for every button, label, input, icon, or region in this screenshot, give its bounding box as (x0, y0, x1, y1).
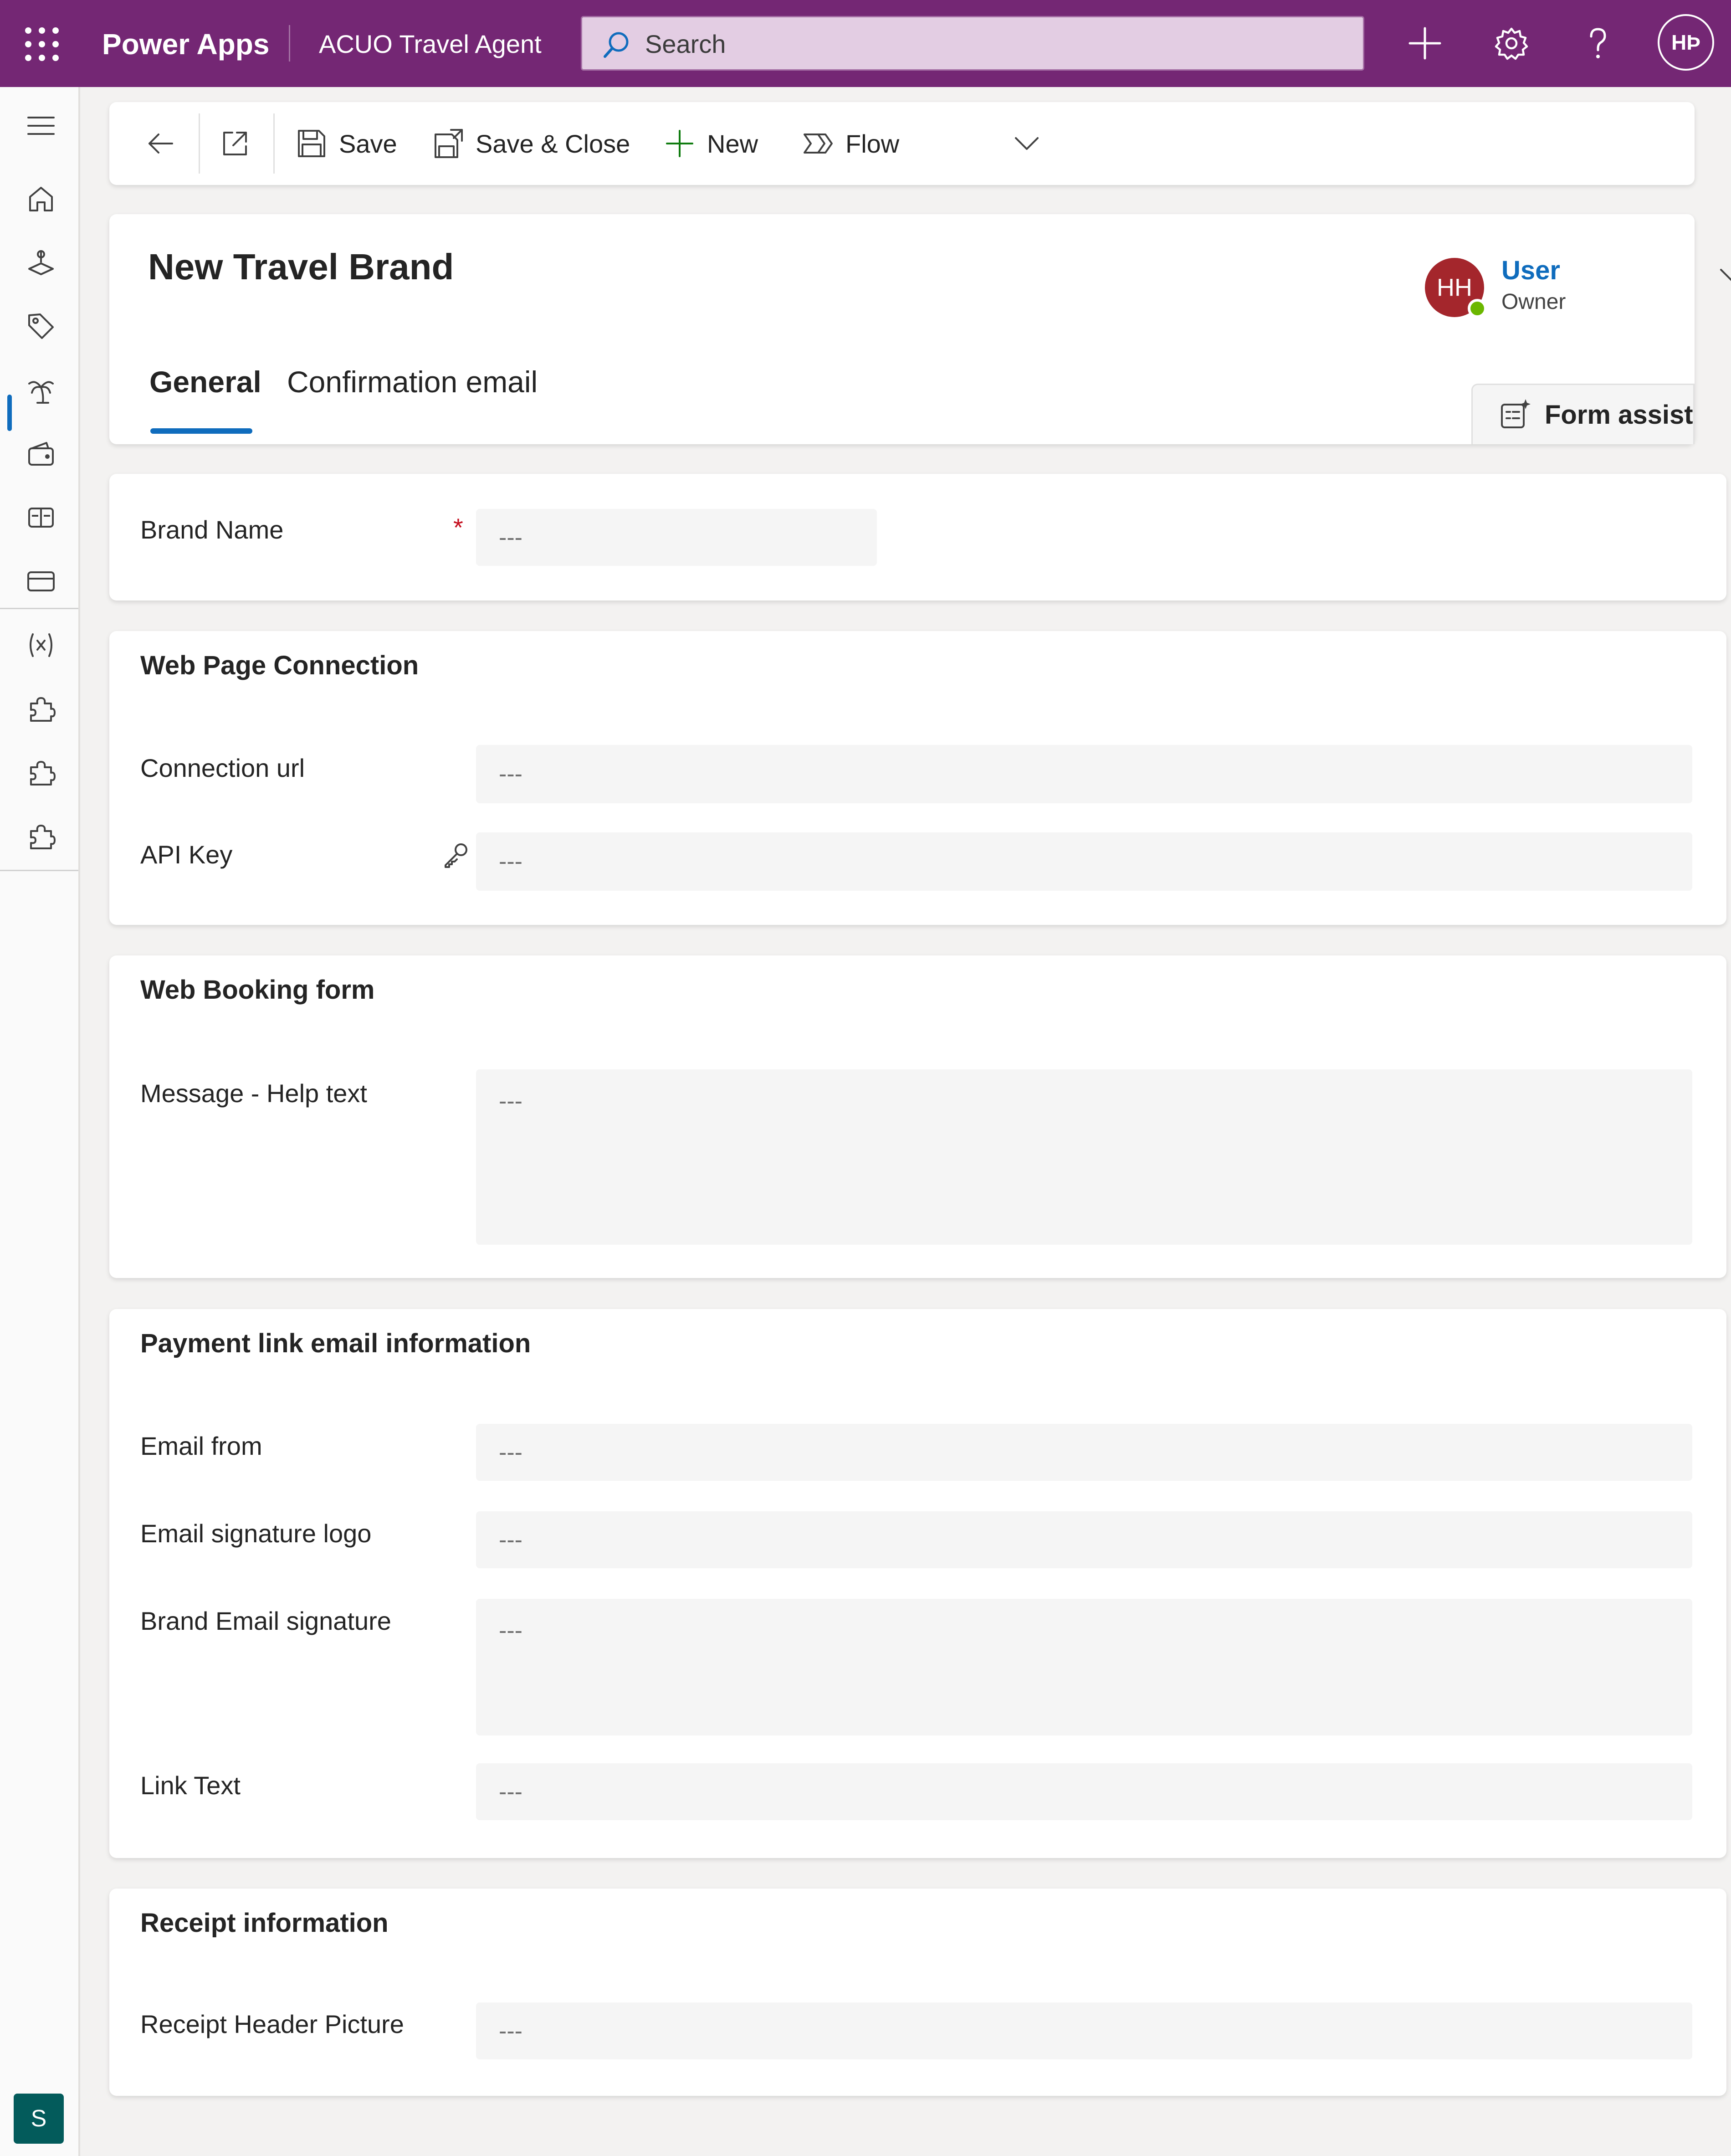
wallet-icon[interactable] (18, 431, 64, 477)
hamburger-menu-icon[interactable] (18, 103, 64, 149)
field-label-email-from: Email from (140, 1432, 262, 1460)
user-avatar[interactable]: HÞ (1658, 14, 1714, 71)
flow-label: Flow (845, 129, 900, 158)
owner-name-link[interactable]: User (1501, 255, 1560, 286)
save-and-close-button[interactable]: Save & Close (433, 119, 630, 168)
search-input[interactable] (644, 17, 1329, 70)
home-icon[interactable] (18, 176, 64, 221)
owner-role-label: Owner (1501, 290, 1566, 314)
back-button[interactable] (145, 119, 188, 168)
field-label-email-signature-logo: Email signature logo (140, 1519, 372, 1548)
field-label-message-help-text: Message - Help text (140, 1079, 367, 1108)
app-launcher-icon[interactable] (23, 25, 61, 63)
open-in-new-window-button[interactable] (220, 119, 262, 168)
flow-icon (804, 133, 833, 154)
section-web-booking-form: Web Booking form Message - Help text (109, 955, 1726, 1278)
form-assist-button[interactable]: Form assist (1471, 384, 1695, 444)
open-in-new-window-icon (223, 132, 247, 155)
new-label: New (707, 129, 758, 158)
chevron-down-icon[interactable] (1717, 260, 1731, 292)
record-header: New Travel Brand HH User Owner General C… (109, 214, 1731, 444)
plus-icon (666, 130, 693, 157)
field-label-receipt-header-picture: Receipt Header Picture (140, 2010, 404, 2038)
nav-divider (0, 870, 78, 871)
connection-url-input[interactable] (476, 745, 1692, 803)
brand-name-input[interactable] (476, 509, 877, 566)
area-switcher[interactable]: S (14, 2094, 64, 2144)
email-from-input[interactable] (476, 1424, 1692, 1481)
tab-general[interactable]: General (149, 364, 261, 399)
divider (273, 113, 275, 174)
more-commands-chevron-icon[interactable] (1011, 119, 1054, 168)
gear-icon[interactable] (1491, 23, 1532, 64)
active-indicator (7, 395, 12, 431)
api-key-input[interactable] (476, 832, 1692, 891)
save-label: Save (339, 129, 397, 158)
save-button[interactable]: Save (296, 119, 397, 168)
page-title: New Travel Brand (148, 246, 454, 287)
section-payment-link-email: Payment link email information Email fro… (109, 1309, 1726, 1858)
palm-tree-icon[interactable] (18, 367, 64, 413)
top-bar: Power Apps ACUO Travel Agent HÞ (0, 0, 1731, 87)
message-help-text-textarea[interactable] (476, 1069, 1692, 1245)
environment-name[interactable]: ACUO Travel Agent (319, 25, 542, 63)
field-label-brand-name: Brand Name (140, 515, 284, 544)
link-text-input[interactable] (476, 1763, 1692, 1820)
puzzle-icon[interactable] (18, 814, 64, 859)
tab-selected-indicator (150, 428, 252, 434)
section-title: Web Booking form (140, 975, 375, 1005)
plus-icon[interactable] (1404, 23, 1445, 64)
section-brand: Brand Name * (109, 474, 1726, 601)
save-icon (298, 130, 325, 157)
save-and-close-label: Save & Close (476, 129, 630, 158)
section-title: Web Page Connection (140, 651, 419, 680)
receipt-header-picture-input[interactable] (476, 2002, 1692, 2059)
field-label-brand-email-signature: Brand Email signature (140, 1607, 391, 1635)
ticket-icon[interactable] (18, 495, 64, 540)
command-bar: Save Save & Close New Flow (109, 102, 1695, 185)
form-assist-icon (1501, 399, 1531, 428)
field-label-connection-url: Connection url (140, 754, 305, 782)
save-close-icon (435, 129, 463, 158)
variable-icon[interactable] (18, 622, 64, 668)
card-icon[interactable] (18, 559, 64, 604)
field-label-link-text: Link Text (140, 1771, 241, 1800)
divider (199, 113, 200, 174)
section-title: Receipt information (140, 1908, 389, 1938)
tag-icon[interactable] (18, 303, 64, 349)
section-title: Payment link email information (140, 1329, 531, 1358)
puzzle-icon[interactable] (18, 750, 64, 796)
section-web-page-connection: Web Page Connection Connection url API K… (109, 631, 1726, 925)
key-icon (442, 841, 470, 869)
search-box[interactable] (581, 16, 1364, 71)
puzzle-icon[interactable] (18, 686, 64, 732)
new-button[interactable]: New (664, 119, 758, 168)
field-label-api-key: API Key (140, 840, 233, 869)
help-icon[interactable] (1577, 23, 1618, 64)
app-name[interactable]: Power Apps (102, 25, 269, 63)
required-indicator: * (453, 513, 463, 542)
flow-button[interactable]: Flow (803, 119, 899, 168)
divider (289, 25, 290, 62)
tab-confirmation-email[interactable]: Confirmation email (287, 364, 538, 399)
map-pin-icon[interactable] (18, 240, 64, 285)
form-assist-label: Form assist (1545, 400, 1693, 430)
arrow-left-icon (149, 133, 173, 154)
brand-email-signature-textarea[interactable] (476, 1599, 1692, 1735)
nav-divider (0, 608, 78, 609)
section-receipt-information: Receipt information Receipt Header Pictu… (109, 1889, 1726, 2096)
left-navigation (0, 87, 80, 2156)
email-signature-logo-input[interactable] (476, 1511, 1692, 1568)
search-icon (601, 30, 630, 59)
presence-badge (1468, 299, 1487, 318)
